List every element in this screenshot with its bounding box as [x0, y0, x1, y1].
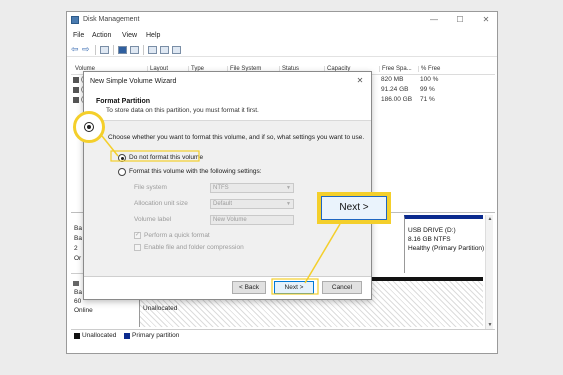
compression-checkbox[interactable]	[134, 244, 141, 251]
title-bar: Disk Management — ☐ ✕	[67, 12, 497, 28]
disk-label: 2	[74, 245, 78, 252]
usb-drive-partition[interactable]: USB DRIVE (D:) 8.16 GB NTFS Healthy (Pri…	[404, 215, 485, 273]
legend-unallocated: Unallocated	[82, 332, 117, 339]
file-system-label: File system	[134, 184, 167, 191]
volume-icon	[73, 97, 79, 103]
free-space-value: 186.00 GB	[381, 96, 413, 103]
toolbar-separator	[95, 45, 96, 55]
format-radio[interactable]	[118, 168, 126, 176]
disk-label: Or	[74, 255, 82, 262]
toolbar-separator	[143, 45, 144, 55]
disk-label: Ba	[74, 225, 82, 232]
scroll-up-icon[interactable]: ▲	[486, 215, 494, 223]
column-free-space[interactable]: Free Spa...	[379, 66, 412, 72]
menu-bar: File Action View Help	[67, 30, 497, 42]
maximize-button[interactable]: ☐	[450, 14, 470, 26]
format-instruction: Choose whether you want to format this v…	[108, 134, 365, 141]
volume-label-label: Volume label	[134, 216, 172, 223]
no-format-radio[interactable]	[118, 154, 126, 162]
unallocated-swatch	[74, 333, 80, 339]
disk-label: Ba	[74, 289, 82, 296]
percent-free-value: 71 %	[420, 96, 435, 103]
wizard-description: To store data on this partition, you mus…	[106, 107, 259, 114]
wizard-close-button[interactable]: ✕	[354, 76, 366, 86]
disk-icon	[73, 281, 79, 286]
scroll-down-icon[interactable]: ▼	[486, 321, 494, 329]
next-button-zoomed[interactable]: Next >	[321, 196, 387, 220]
format-label[interactable]: Format this volume with the following se…	[129, 168, 262, 175]
primary-partition-swatch	[124, 333, 130, 339]
free-space-value: 820 MB	[381, 76, 404, 83]
legend-bar: Unallocated Primary partition	[71, 329, 495, 341]
column-percent-free[interactable]: % Free	[418, 66, 440, 72]
connect-icon[interactable]	[148, 46, 157, 54]
disk-label: Ba	[74, 235, 82, 242]
volume-label-input[interactable]: New Volume	[210, 215, 294, 225]
wizard-title: New Simple Volume Wizard	[90, 78, 177, 85]
allocation-unit-size-value: Default	[213, 201, 233, 207]
back-button[interactable]: < Back	[232, 281, 266, 294]
list-view-icon[interactable]	[100, 46, 109, 54]
menu-view[interactable]: View	[122, 32, 137, 39]
quick-format-label: Perform a quick format	[144, 232, 210, 239]
free-space-value: 91.24 GB	[381, 86, 409, 93]
wizard-heading: Format Partition	[96, 98, 151, 105]
cancel-button[interactable]: Cancel	[322, 281, 362, 294]
legend-primary-partition: Primary partition	[132, 332, 180, 339]
menu-file[interactable]: File	[73, 32, 84, 39]
toolbar-separator	[113, 45, 114, 55]
new-simple-volume-wizard: New Simple Volume Wizard ✕ Format Partit…	[83, 71, 372, 300]
volume-icon	[73, 87, 79, 93]
usb-drive-status: Healthy (Primary Partition)	[408, 245, 485, 252]
back-arrow-icon[interactable]: ⇦	[71, 44, 79, 55]
allocation-unit-size-dropdown[interactable]: Default ▼	[210, 199, 294, 209]
disk-status: Online	[74, 307, 93, 314]
footer-divider	[84, 276, 371, 277]
settings-icon[interactable]	[172, 46, 181, 54]
menu-help[interactable]: Help	[146, 32, 160, 39]
next-button[interactable]: Next >	[274, 281, 314, 294]
allocation-unit-size-label: Allocation unit size	[134, 200, 188, 207]
file-system-value: NTFS	[213, 185, 229, 191]
vertical-scrollbar[interactable]: ▲ ▼	[485, 215, 493, 329]
toolbar: ⇦ ⇨	[67, 43, 497, 57]
percent-free-value: 99 %	[420, 86, 435, 93]
disk-management-icon	[71, 16, 79, 24]
chevron-down-icon: ▼	[286, 185, 291, 191]
forward-arrow-icon[interactable]: ⇨	[82, 44, 90, 55]
window-title: Disk Management	[83, 16, 140, 23]
menu-action[interactable]: Action	[92, 32, 111, 39]
disk-label: 60	[74, 298, 82, 305]
no-format-label[interactable]: Do not format this volume	[129, 154, 203, 161]
file-system-dropdown[interactable]: NTFS ▼	[210, 183, 294, 193]
percent-free-value: 100 %	[420, 76, 439, 83]
close-button[interactable]: ✕	[476, 14, 496, 26]
radio-button-callout	[73, 111, 105, 143]
properties-icon[interactable]	[118, 46, 127, 54]
volume-icon	[73, 77, 79, 83]
usb-drive-size: 8.16 GB NTFS	[408, 236, 451, 243]
compression-label: Enable file and folder compression	[144, 244, 244, 251]
checkmark-icon: ✓	[135, 232, 141, 238]
unallocated-label: Unallocated	[143, 305, 178, 312]
help-icon[interactable]	[130, 46, 139, 54]
quick-format-checkbox[interactable]: ✓	[134, 232, 141, 239]
minimize-button[interactable]: —	[424, 14, 444, 26]
check-icon[interactable]	[160, 46, 169, 54]
radio-selected-dot	[87, 125, 91, 129]
next-button-callout: Next >	[317, 192, 391, 224]
chevron-down-icon: ▼	[286, 201, 291, 207]
usb-drive-name: USB DRIVE (D:)	[408, 227, 456, 234]
